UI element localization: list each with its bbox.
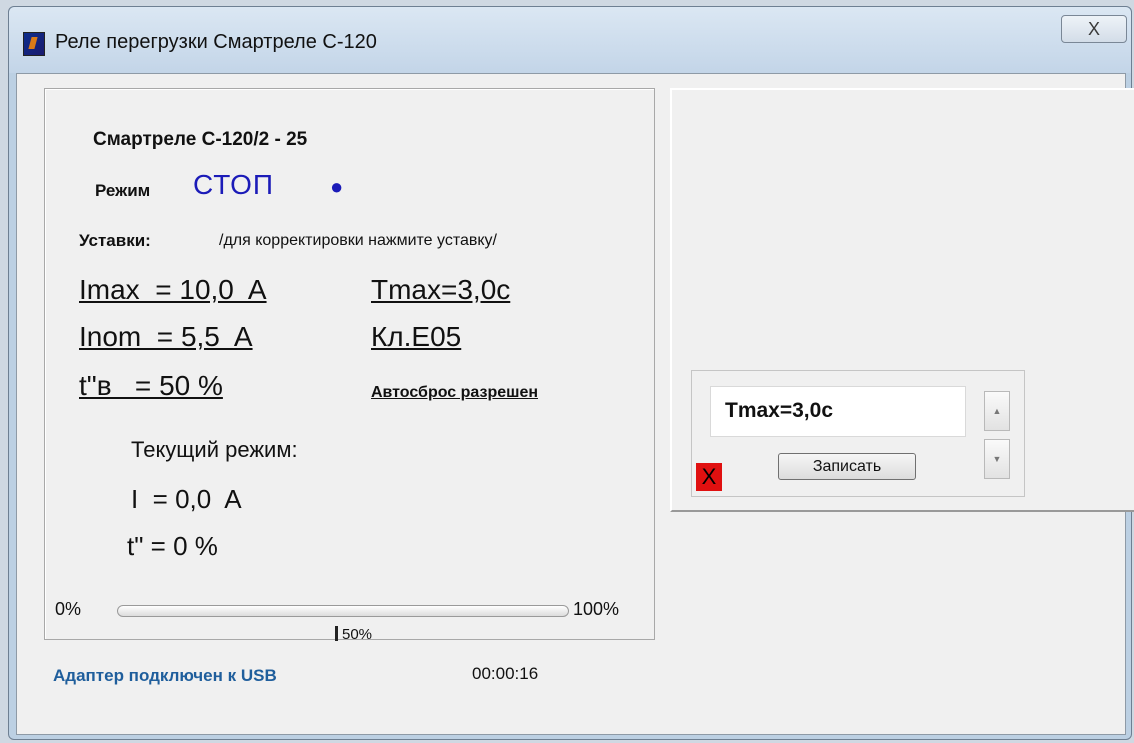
title-bar: Реле перегрузки Смартреле С-120 X <box>9 7 1131 73</box>
app-window: Реле перегрузки Смартреле С-120 X Смартр… <box>8 6 1134 740</box>
setting-imax[interactable]: Imax = 10,0 A <box>79 274 267 306</box>
setting-class[interactable]: Кл.Е05 <box>371 321 461 353</box>
setting-tmax[interactable]: Tmax=3,0с <box>371 274 510 306</box>
progress-min-label: 0% <box>55 599 82 619</box>
cancel-x-button[interactable]: X <box>696 463 722 491</box>
progress-mark: 50% <box>335 626 372 643</box>
current-i-value: I = 0,0 A <box>131 484 242 514</box>
progress-mark-tick <box>335 626 338 641</box>
mode-indicator-dot: ● <box>330 174 344 199</box>
settings-hint: /для корректировки нажмите уставку/ <box>219 232 497 249</box>
elapsed-timer: 00:00:16 <box>472 664 539 683</box>
spin-up-button[interactable]: ▲ <box>984 391 1010 431</box>
mode-value: СТОП <box>193 169 275 200</box>
setting-tv[interactable]: t"в = 50 % <box>79 370 223 402</box>
progress-mark-label: 50% <box>342 626 373 643</box>
mode-label: Режим <box>95 181 151 200</box>
window-title: Реле перегрузки Смартреле С-120 <box>55 31 377 53</box>
current-t-value: t" = 0 % <box>127 531 218 561</box>
setting-edit-field[interactable]: Tmax=3,0с <box>710 386 966 437</box>
progress-max-label: 100% <box>573 599 620 619</box>
spin-down-button[interactable]: ▼ <box>984 439 1010 479</box>
relay-status-panel: Смартреле С-120/2 - 25 Режим СТОП ● Уста… <box>44 88 655 643</box>
setting-autoreset[interactable]: Автосброс разрешен <box>371 384 538 402</box>
setting-inom[interactable]: Inom = 5,5 A <box>79 321 253 353</box>
device-name: Смартреле С-120/2 - 25 <box>93 129 308 150</box>
thermal-progress-bar <box>117 605 569 617</box>
write-button[interactable]: Записать <box>778 453 916 480</box>
current-mode-title: Текущий режим: <box>131 437 298 462</box>
close-button[interactable]: X <box>1061 15 1127 43</box>
connection-status: Адаптер подключен к USB <box>53 666 277 685</box>
settings-label: Уставки: <box>79 231 151 250</box>
client-area: Смартреле С-120/2 - 25 Режим СТОП ● Уста… <box>16 73 1134 735</box>
relay-app-icon <box>23 32 45 56</box>
setting-editor: Tmax=3,0с ▲ ▼ Записать X <box>691 370 1025 497</box>
